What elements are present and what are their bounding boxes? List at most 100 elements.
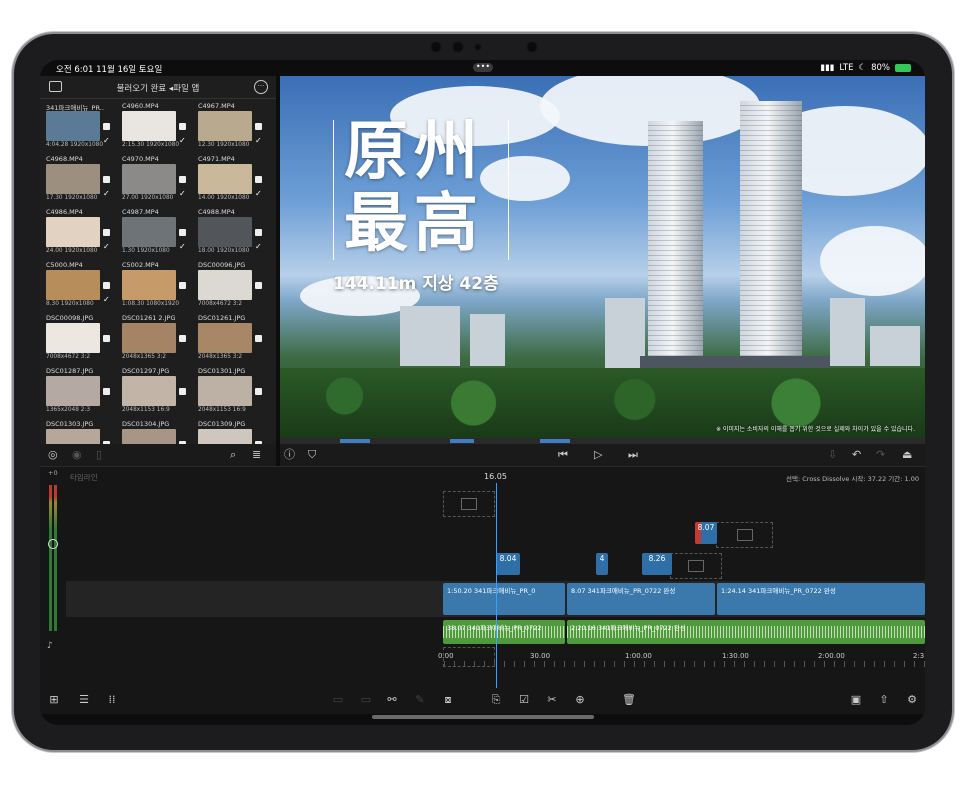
inspector-icon[interactable]: ▣ [850,694,862,706]
media-item[interactable]: DSC01297.JPG 2048x1153 16:9 [122,367,194,418]
media-item[interactable]: C4967.MP4 ✓ 12.30 1920x1080 [198,102,270,153]
media-thumbnail: ✓ [122,217,186,251]
clip-label: 8.07 341파크애비뉴_PR_0722 완성 [571,587,676,595]
record-icon: ◉ [72,448,82,461]
meter-right [54,485,57,631]
title-clip[interactable]: 8.26 [642,553,672,575]
skip-forward-icon[interactable]: ⏭ [628,449,638,461]
media-item[interactable]: C4970.MP4 ✓ 27.00 1920x1080 [122,155,194,206]
media-item[interactable]: C4960.MP4 ✓ 2:15.30 1920x1080 [122,102,194,153]
split-icon: ▭ [332,693,344,706]
media-thumbnail [198,270,262,300]
marker-icon[interactable]: ⛉ [308,449,316,461]
browser-title[interactable]: 불러오기 완료 ◂파일 앱 [40,82,276,94]
media-item-name: C4967.MP4 [198,102,235,110]
trash-icon[interactable]: 🗑 [622,694,636,706]
skip-back-icon[interactable]: ⏮ [558,449,568,461]
placeholder-icon [736,529,753,541]
placeholder-slot[interactable] [443,491,495,517]
media-thumbnail [198,323,262,353]
media-item[interactable]: C5002.MP4 1:08.30 1080x1920 [122,261,194,312]
import-icon[interactable]: ⊞ [48,694,60,706]
checkbox-icon[interactable]: ☑ [518,694,530,706]
placeholder-icon [461,498,477,510]
undo-icon[interactable]: ↶ [852,449,861,461]
time-ruler[interactable]: 0.00 30.00 1:00.00 1:30.00 2:00.00 2:3 [40,652,925,668]
video-clip[interactable]: 1:24.14 341파크애비뉴_PR_0722 완성 [717,583,925,615]
home-indicator[interactable] [372,715,594,719]
trash-icon: ▯ [96,448,103,461]
media-item-meta: 2048x1365 3:2 [198,354,243,360]
meter-handle[interactable] [48,539,58,549]
title-clip[interactable]: 8.07 [695,522,717,544]
placeholder-slot[interactable] [670,553,722,579]
audio-clip[interactable]: 2:20.16 341파크애비뉴_PR_0722 완성 [567,620,925,644]
media-item[interactable]: C5000.MP4 ✓ 8.30 1920x1080 [46,261,118,312]
media-item-meta: 2048x1153 16:9 [122,407,170,413]
multitasking-dots[interactable]: ••• [473,63,493,72]
photo-badge-icon [255,282,262,289]
title-clip[interactable]: 8.04 [496,553,520,575]
network-label: LTE [839,63,854,73]
timeline-label: 타임라인 [70,473,98,482]
add-icon[interactable]: ⊕ [574,694,586,706]
media-item-meta: 2048x1365 3:2 [122,354,167,360]
info-icon[interactable]: ⓘ [284,449,295,461]
list-icon[interactable]: ☰ [78,694,90,706]
video-clip[interactable]: 8.07 341파크애비뉴_PR_0722 완성 [567,583,715,615]
camera-dot [452,41,464,53]
media-item[interactable]: C4987.MP4 ✓ 1.30 1920x1080 [122,208,194,259]
airplay-icon[interactable]: ⏏ [902,449,912,461]
audio-clip[interactable]: 38.07 341파크애비뉴_PR_0722 [443,620,565,644]
photo-badge-icon [103,388,110,395]
media-item-name: DSC01297.JPG [122,367,170,375]
more-options-icon[interactable]: ··· [254,80,268,94]
media-item-meta: 7008x4672 3:2 [46,354,91,360]
media-item[interactable]: C4986.MP4 ✓ 24.00 1920x1080 [46,208,118,259]
media-item[interactable]: DSC00098.JPG 7008x4672 3:2 [46,314,118,365]
media-thumbnail [198,376,262,406]
media-item-meta: 7008x4672 3:2 [198,301,243,307]
media-item-name: C5000.MP4 [46,261,83,269]
timeline-area[interactable]: 타임라인 16.05 선택: Cross Dissolve 시작: 37.22 … [40,466,925,689]
media-thumbnail: ✓ [46,111,110,145]
speaker-icon[interactable]: ♪ [47,641,53,651]
media-item[interactable]: DSC01287.JPG 1365x2048 2:3 [46,367,118,418]
camera-dot [430,41,442,53]
play-icon[interactable]: ▷ [594,449,602,461]
used-check-icon: ✓ [179,189,186,198]
clipboard-icon[interactable]: ⎘ [490,694,502,706]
title-clip[interactable]: 4 [596,553,608,575]
media-thumbnail [46,376,110,406]
search-icon[interactable]: ⌕ [230,449,236,461]
hero-title: 原州 最高 [344,116,514,266]
background-building [830,298,865,366]
used-check-icon: ✓ [255,242,262,251]
settings-icon[interactable]: ⚙ [906,694,918,706]
media-item[interactable]: C4988.MP4 ✓ 18.00 1920x1080 [198,208,270,259]
scissors-icon[interactable]: ✂ [546,694,558,706]
media-item-name: DSC01287.JPG [46,367,94,375]
media-item[interactable]: DSC01261.JPG 2048x1365 3:2 [198,314,270,365]
viewer-controls: ⓘ ⛉ ⏮ ▷ ⏭ ⇩ ↶ ↷ ⏏ [280,444,925,466]
media-item[interactable]: DSC01301.JPG 2048x1153 16:9 [198,367,270,418]
ruler-label: 1:00.00 [625,652,652,660]
placeholder-slot[interactable] [716,522,773,548]
share-icon[interactable]: ⇧ [878,694,890,706]
media-thumbnail: ✓ [46,164,110,198]
media-item[interactable]: C4968.MP4 ✓ 17.30 1920x1080 [46,155,118,206]
snapshot-icon[interactable]: ⧇ [442,694,454,706]
link-icon[interactable]: ⚯ [386,694,398,706]
scrub-segment [540,439,570,443]
check-circle-icon[interactable]: ◎ [48,449,58,461]
media-item[interactable]: 341파크애비뉴_PR.. ✓ 4:04.28 1920x1080 [46,102,118,153]
hero-line-1: 原州 [344,114,484,189]
video-viewer[interactable]: 原州 最高 144.11m 지상 42층 ※ 이미지는 소비자의 이해를 돕기 … [280,76,925,438]
sort-icon[interactable]: ≣ [252,449,261,461]
grid-icon[interactable]: ⁞⁞ [106,694,118,706]
media-item[interactable]: DSC01261 2.JPG 2048x1365 3:2 [122,314,194,365]
media-item[interactable]: DSC00096.JPG 7008x4672 3:2 [198,261,270,312]
browser-header: 불러오기 완료 ◂파일 앱 ··· [40,76,276,99]
video-clip[interactable]: 1:50.20 341파크애비뉴_PR_0 [443,583,565,615]
media-item[interactable]: C4971.MP4 ✓ 14.00 1920x1080 [198,155,270,206]
